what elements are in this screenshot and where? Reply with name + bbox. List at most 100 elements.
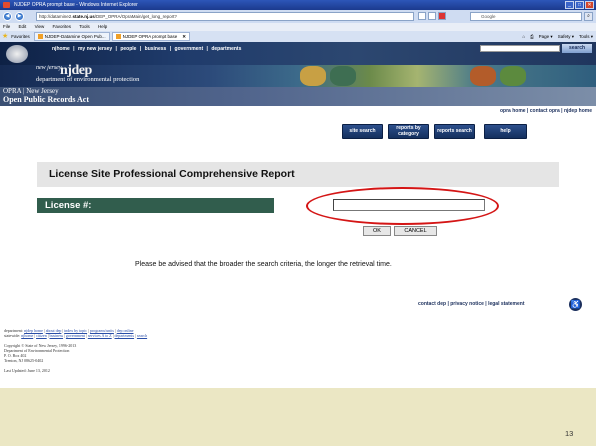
- footer-link[interactable]: njhome: [21, 333, 33, 338]
- state-nav-links: njhome | my new jersey | people | busine…: [52, 46, 242, 52]
- home-icon[interactable]: ⌂: [522, 32, 525, 41]
- forward-icon[interactable]: ▶: [15, 12, 24, 21]
- url-prefix: http://datamine2.: [39, 14, 73, 19]
- banner-photo: [300, 66, 326, 86]
- tools-menu[interactable]: Tools ▾: [579, 32, 593, 41]
- favorites-button[interactable]: ★ Favorites: [2, 33, 30, 40]
- reports-search-button[interactable]: reports search: [434, 124, 475, 139]
- opra-links: opra home | contact opra | njdep home: [499, 108, 592, 114]
- back-icon[interactable]: ◀: [3, 12, 12, 21]
- nav-my-new-jersey[interactable]: my new jersey: [78, 46, 112, 52]
- address-tools: [418, 12, 446, 20]
- link-legal-statement[interactable]: legal statement: [488, 301, 524, 307]
- highlight-annotation: [306, 187, 499, 225]
- site-search-button[interactable]: search: [562, 44, 592, 53]
- maximize-button[interactable]: □: [575, 1, 584, 9]
- safety-menu[interactable]: Safety ▾: [558, 32, 574, 41]
- page-menu[interactable]: Page ▾: [539, 32, 553, 41]
- url-suffix: /DEP_OPRA/OpraMain/get_long_report?: [94, 14, 177, 19]
- site-search-nav-button[interactable]: site search: [342, 124, 383, 139]
- report-title: License Site Professional Comprehensive …: [49, 168, 295, 180]
- menu-file[interactable]: File: [3, 24, 10, 29]
- banner-photo: [330, 66, 356, 86]
- report-title-bar: License Site Professional Comprehensive …: [37, 162, 559, 187]
- tab-opra-prompt[interactable]: NJDEP OPRA prompt base ✕: [111, 32, 191, 41]
- menu-bar: File Edit View Favorites Tools Help: [0, 23, 596, 31]
- cancel-button[interactable]: CANCEL: [394, 226, 437, 236]
- tab-datamine[interactable]: NJDEP-Datamine Open Pub...: [33, 32, 110, 41]
- link-njdep-home[interactable]: njdep home: [564, 108, 592, 114]
- url-field[interactable]: http://datamine2.state.nj.us/DEP_OPRA/Op…: [36, 12, 414, 21]
- search-icon[interactable]: ⌕: [584, 12, 593, 21]
- footer-statewide-label: statewide:: [4, 333, 21, 338]
- window-title: NJDEP OPRA prompt base - Windows Interne…: [14, 2, 138, 8]
- star-icon: ★: [2, 33, 9, 40]
- menu-help[interactable]: Help: [98, 24, 107, 29]
- opra-subtitle: Open Public Records Act: [3, 95, 89, 104]
- menu-edit[interactable]: Edit: [19, 24, 27, 29]
- nav-njhome[interactable]: njhome: [52, 46, 70, 52]
- footer-link[interactable]: departments: [115, 333, 135, 338]
- compat-view-icon[interactable]: [418, 12, 426, 20]
- ie-icon: [3, 2, 10, 8]
- banner-dept: department of environmental protection: [36, 76, 140, 83]
- accessibility-icon[interactable]: ♿: [569, 298, 582, 311]
- tab-bar: ★ Favorites NJDEP-Datamine Open Pub... N…: [0, 31, 596, 42]
- slide-number: 13: [565, 429, 574, 438]
- banner-photo: [500, 66, 526, 86]
- footer-last-updated: Last Updated: June 13, 2012: [4, 368, 50, 373]
- footer-link[interactable]: business: [50, 333, 64, 338]
- menu-view[interactable]: View: [35, 24, 45, 29]
- help-button[interactable]: help: [484, 124, 527, 139]
- page-content: njhome | my new jersey | people | busine…: [0, 42, 596, 388]
- nav-people[interactable]: people: [120, 46, 136, 52]
- site-search-input[interactable]: [480, 45, 560, 52]
- window-controls: _ □ ✕: [565, 1, 594, 9]
- footer-link[interactable]: search: [137, 333, 147, 338]
- njdep-banner: new jersey njdep department of environme…: [0, 63, 596, 87]
- license-label: License #:: [45, 200, 92, 211]
- minimize-button[interactable]: _: [565, 1, 574, 9]
- print-icon[interactable]: ⎙: [530, 32, 534, 41]
- state-nav-bar: njhome | my new jersey | people | busine…: [0, 42, 596, 65]
- banner-state: new jersey: [36, 65, 62, 71]
- browser-search-input[interactable]: Google: [470, 12, 582, 21]
- link-opra-home[interactable]: opra home: [500, 108, 526, 114]
- browser-window: NJDEP OPRA prompt base - Windows Interne…: [0, 0, 596, 388]
- footer-link[interactable]: government: [66, 333, 85, 338]
- link-contact-opra[interactable]: contact opra: [530, 108, 560, 114]
- footer-link[interactable]: citizen: [36, 333, 47, 338]
- page-icon: [37, 34, 43, 39]
- menu-favorites[interactable]: Favorites: [53, 24, 72, 29]
- advisory-text: Please be advised that the broader the s…: [135, 261, 392, 268]
- contact-links: contact dep | privacy notice | legal sta…: [418, 301, 525, 307]
- link-contact-dep[interactable]: contact dep: [418, 301, 446, 307]
- nav-departments[interactable]: departments: [211, 46, 241, 52]
- close-tab-icon[interactable]: ✕: [182, 33, 186, 40]
- tab-label: NJDEP OPRA prompt base: [122, 34, 178, 39]
- nj-seal-logo: [6, 45, 28, 63]
- footer-statewide-row: statewide: njhome | citizen | business |…: [4, 333, 148, 338]
- footer-link[interactable]: services A to Z: [88, 333, 112, 338]
- opra-banner: OPRA | New Jersey Open Public Records Ac…: [0, 87, 596, 106]
- page-footer: department: njdep home | about dep | ind…: [4, 328, 147, 373]
- nav-business[interactable]: business: [145, 46, 167, 52]
- tab-label: NJDEP-Datamine Open Pub...: [44, 34, 106, 39]
- nav-government[interactable]: government: [175, 46, 204, 52]
- opra-title: OPRA | New Jersey: [3, 87, 59, 95]
- ok-button[interactable]: OK: [363, 226, 391, 236]
- address-bar: ◀ ▶ http://datamine2.state.nj.us/DEP_OPR…: [0, 10, 596, 23]
- stop-icon[interactable]: [438, 12, 446, 20]
- refresh-icon[interactable]: [428, 12, 436, 20]
- menu-tools[interactable]: Tools: [79, 24, 90, 29]
- link-privacy-notice[interactable]: privacy notice: [450, 301, 484, 307]
- url-domain: state.nj.us: [72, 14, 95, 19]
- page-icon: [115, 34, 121, 39]
- reports-by-category-button[interactable]: reports by category: [388, 124, 429, 139]
- close-window-button[interactable]: ✕: [585, 1, 594, 9]
- command-bar: ⌂ ⎙ Page ▾ Safety ▾ Tools ▾: [522, 32, 593, 41]
- action-buttons: site search reports by category reports …: [342, 124, 527, 139]
- banner-photo: [470, 66, 496, 86]
- license-label-bar: License #:: [37, 198, 274, 213]
- favorites-label: Favorites: [11, 34, 30, 39]
